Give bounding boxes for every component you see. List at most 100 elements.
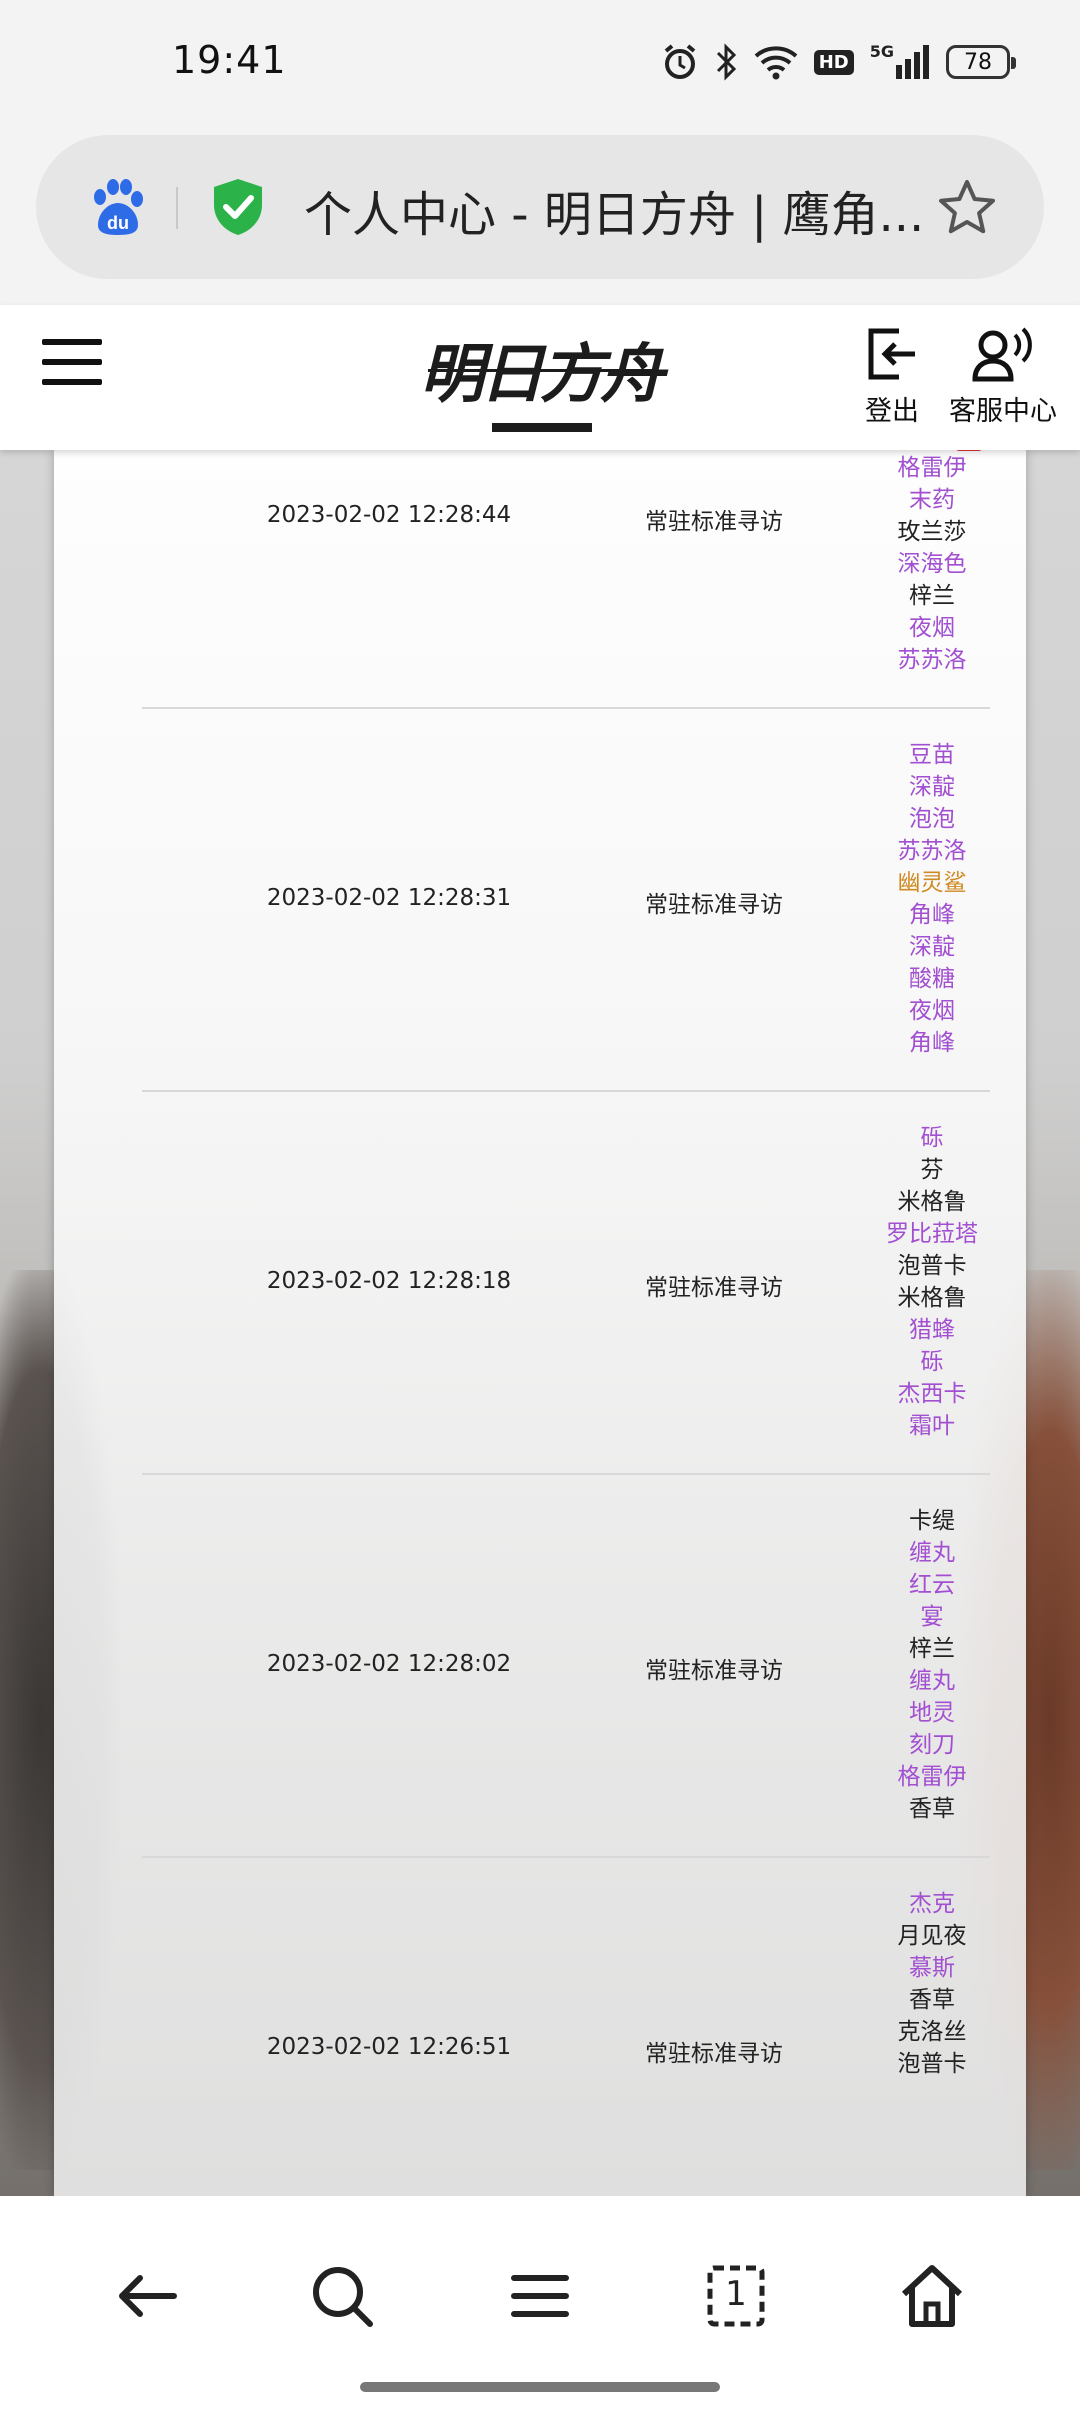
baidu-icon[interactable]: du	[86, 177, 148, 239]
operator-entry: 豆苗	[842, 739, 1022, 771]
operator-entry: 深海色	[842, 548, 1022, 580]
operator-name: 豆苗	[909, 742, 955, 768]
operator-entry: 猎蜂	[842, 1314, 1022, 1346]
operator-name: 卡缇	[909, 1508, 955, 1534]
operator-name: 泡泡	[909, 806, 955, 832]
tab-count: 1	[725, 2274, 747, 2314]
operator-name: 深海色	[897, 551, 967, 577]
record-operators: 砾芬米格鲁 罗比菈塔 泡普卡 米格鲁 猎蜂砾杰西卡 霜叶	[842, 1122, 1022, 1442]
operator-name: 玫兰莎	[897, 519, 967, 545]
alarm-icon	[662, 43, 698, 81]
status-icons: HD 5G 78	[662, 38, 1016, 86]
operator-entry: 角峰	[842, 1027, 1022, 1059]
operator-name: 缠丸	[909, 1668, 955, 1694]
operator-entry: 夜烟	[842, 995, 1022, 1027]
network-type-label: 5G	[869, 42, 894, 61]
operator-name: 格雷伊	[897, 1764, 967, 1790]
operator-name: 红云	[909, 1572, 955, 1598]
status-bar: 19:41 HD 5G 78	[0, 0, 1080, 125]
search-icon[interactable]	[302, 2256, 382, 2336]
operator-name: 酸糖	[909, 966, 955, 992]
operator-name: 宴	[920, 1604, 944, 1630]
operator-entry: 刻刀	[842, 1729, 1022, 1761]
operator-name: 缠丸	[909, 1540, 955, 1566]
operator-entry: 泡普卡	[842, 1250, 1022, 1282]
operator-entry: 杰克	[842, 1888, 1022, 1920]
gacha-history-panel: 2023-02-02 12:28:44常驻标准寻访豆苗深海色玛恩纳N格雷伊末药玫…	[54, 450, 1026, 2196]
operator-entry: 地灵	[842, 1697, 1022, 1729]
new-badge: N	[955, 450, 982, 451]
operator-entry: 砾	[842, 1346, 1022, 1378]
operator-name: 香草	[909, 1987, 955, 2013]
gacha-record-row: 2023-02-02 12:28:02 常驻标准寻访 卡缇 缠丸 红云宴梓兰 缠丸 地灵 刻刀…	[142, 1475, 990, 1858]
address-separator	[176, 187, 178, 229]
gacha-record-row: 2023-02-02 12:26:51 常驻标准寻访 杰克 月见夜 慕斯 香草 克洛丝 泡普卡	[142, 1858, 990, 2196]
operator-name: 慕斯	[909, 1955, 955, 1981]
back-icon[interactable]	[108, 2256, 188, 2336]
menu-icon[interactable]	[42, 339, 102, 385]
logout-button[interactable]: 登出	[858, 325, 926, 428]
operator-entry: 宴	[842, 1601, 1022, 1633]
record-operators: 豆苗 深靛 泡泡 苏苏洛 幽灵鲨 角峰 深靛 酸糖 夜烟 角峰	[842, 739, 1022, 1059]
operator-name: 米格鲁	[897, 1189, 967, 1215]
record-time: 2023-02-02 12:28:44	[266, 502, 512, 528]
content-area[interactable]: 2023-02-02 12:28:44常驻标准寻访豆苗深海色玛恩纳N格雷伊末药玫…	[0, 450, 1080, 2196]
operator-entry: 泡普卡	[842, 2048, 1022, 2080]
operator-entry: 罗比菈塔	[842, 1218, 1022, 1250]
operator-entry: 芬	[842, 1154, 1022, 1186]
operator-name: 芬	[920, 1157, 944, 1183]
operator-name: 砾	[920, 1349, 944, 1375]
record-time: 2023-02-02 12:28:18	[266, 1268, 512, 1294]
logout-icon	[858, 325, 926, 383]
address-bar[interactable]: du 个人中心 - 明日方舟 | 鹰角...	[36, 135, 1044, 279]
record-pool: 常驻标准寻访	[645, 509, 783, 535]
operator-name: 泡普卡	[897, 2051, 967, 2077]
operator-entry: 月见夜	[842, 1920, 1022, 1952]
operator-entry: 深靛	[842, 771, 1022, 803]
operator-name: 刻刀	[909, 1732, 955, 1758]
site-header: 明日方舟 登出 客服中心	[0, 305, 1080, 450]
operator-name: 米格鲁	[897, 1285, 967, 1311]
tabs-icon[interactable]: 1	[696, 2256, 776, 2336]
record-operators: 豆苗深海色玛恩纳N格雷伊末药玫兰莎深海色梓兰夜烟苏苏洛	[842, 450, 1022, 676]
security-shield-icon[interactable]	[210, 177, 266, 237]
operator-entry: 夜烟	[842, 612, 1022, 644]
operator-name: 梓兰	[909, 1636, 955, 1662]
operator-name: 末药	[909, 487, 955, 513]
operator-entry: 米格鲁	[842, 1186, 1022, 1218]
operator-entry: 角峰	[842, 899, 1022, 931]
operator-entry: 梓兰	[842, 580, 1022, 612]
operator-entry: 苏苏洛	[842, 644, 1022, 676]
operator-name: 地灵	[909, 1700, 955, 1726]
operator-name: 泡普卡	[897, 1253, 967, 1279]
home-icon[interactable]	[892, 2256, 972, 2336]
record-pool: 常驻标准寻访	[645, 1275, 783, 1301]
record-time: 2023-02-02 12:26:51	[266, 2034, 512, 2060]
gacha-record-row: 2023-02-02 12:28:44常驻标准寻访豆苗深海色玛恩纳N格雷伊末药玫…	[142, 450, 990, 709]
bookmark-star-icon[interactable]	[936, 177, 998, 239]
operator-name: 深靛	[909, 774, 955, 800]
operator-name: 罗比菈塔	[886, 1221, 978, 1247]
home-indicator[interactable]	[360, 2382, 720, 2392]
battery-indicator: 78	[946, 45, 1016, 79]
arknights-logo[interactable]: 明日方舟	[420, 323, 664, 438]
record-time: 2023-02-02 12:28:02	[266, 1651, 512, 1677]
operator-name: 杰西卡	[897, 1381, 967, 1407]
record-operators: 卡缇 缠丸 红云宴梓兰 缠丸 地灵 刻刀 格雷伊 香草	[842, 1505, 1022, 1825]
operator-entry: 苏苏洛	[842, 835, 1022, 867]
gacha-record-row: 2023-02-02 12:28:18 常驻标准寻访砾芬米格鲁 罗比菈塔 泡普卡 米格鲁…	[142, 1092, 990, 1475]
operator-name: 霜叶	[909, 1413, 955, 1439]
signal-icon: 5G	[869, 42, 930, 79]
page-title[interactable]: 个人中心 - 明日方舟 | 鹰角...	[304, 175, 944, 245]
operator-entry: 酸糖	[842, 963, 1022, 995]
gacha-record-row: 2023-02-02 12:28:31 常驻标准寻访 豆苗 深靛 泡泡 苏苏洛 幽灵鲨 角峰深…	[142, 709, 990, 1092]
record-pool: 常驻标准寻访	[645, 2041, 783, 2067]
operator-entry: 格雷伊	[842, 1761, 1022, 1793]
operator-name: 猎蜂	[909, 1317, 955, 1343]
bluetooth-icon	[714, 43, 738, 81]
record-time: 2023-02-02 12:28:31	[266, 885, 512, 911]
customer-service-button[interactable]: 客服中心	[944, 325, 1062, 428]
operator-entry: 缠丸	[842, 1537, 1022, 1569]
menu-lines-icon[interactable]	[500, 2256, 580, 2336]
record-pool: 常驻标准寻访	[645, 1658, 783, 1684]
